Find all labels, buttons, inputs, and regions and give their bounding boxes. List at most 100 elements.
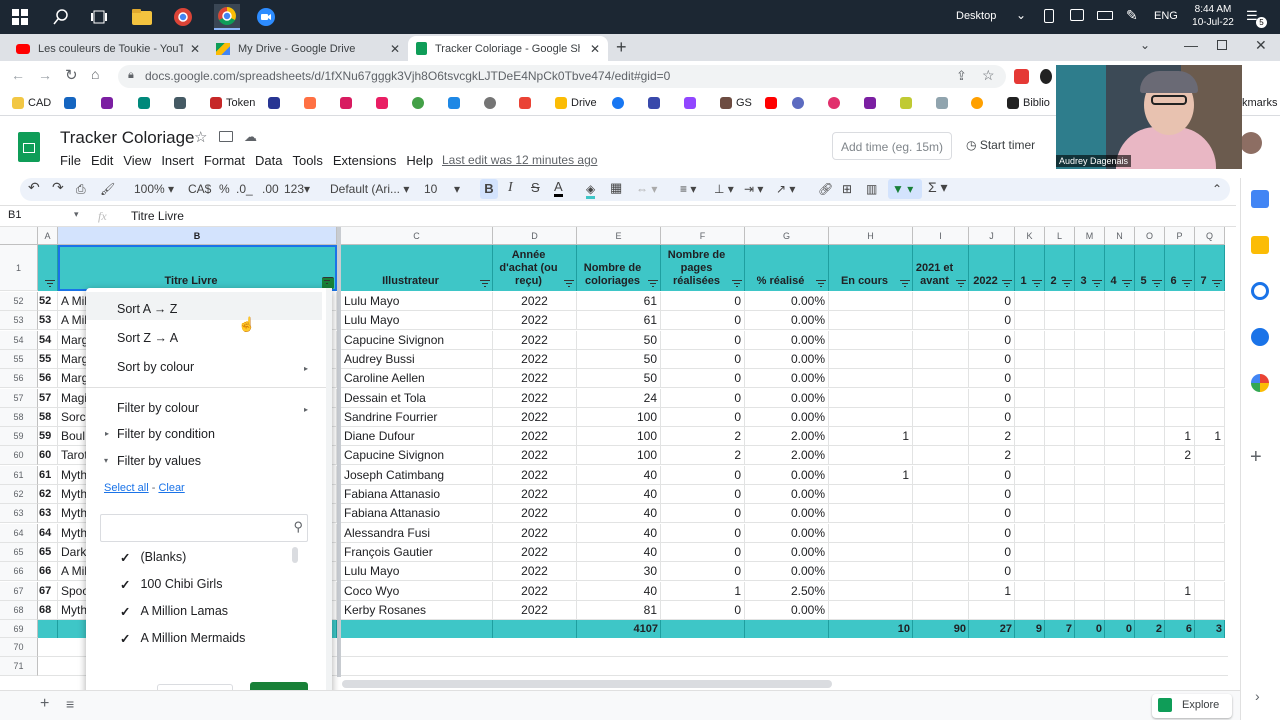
menu-edit[interactable]: Edit (91, 153, 113, 168)
header-cell-k[interactable]: 1 (1015, 245, 1045, 291)
row-header[interactable]: 52 (0, 292, 38, 311)
header-cell-g[interactable]: % réalisé (745, 245, 829, 291)
filter-icon[interactable] (956, 280, 966, 288)
total-cell-m[interactable]: 0 (1075, 620, 1105, 638)
table-cell-d[interactable]: 2022 (493, 331, 577, 350)
filter-icon[interactable] (564, 280, 574, 288)
table-cell-p[interactable]: 2 (1165, 446, 1195, 465)
row-header[interactable]: 56 (0, 369, 38, 388)
table-cell-o[interactable] (1135, 311, 1165, 330)
table-cell-l[interactable] (1045, 350, 1075, 369)
bookmark-icon-7[interactable] (340, 97, 352, 109)
table-cell-o[interactable] (1135, 331, 1165, 350)
menu-data[interactable]: Data (255, 153, 282, 168)
table-cell-c[interactable]: Lulu Mayo (341, 562, 493, 581)
table-cell-o[interactable] (1135, 562, 1165, 581)
header-cell-n[interactable]: 4 (1105, 245, 1135, 291)
table-cell-p[interactable] (1165, 524, 1195, 543)
tab-youtube[interactable]: Les couleurs de Toukie - YouTube ✕ (8, 36, 208, 61)
table-cell-h[interactable] (829, 350, 913, 369)
name-box-dropdown-icon[interactable]: ▾ (74, 209, 79, 220)
sort-a-z-item[interactable]: Sort A → Z (117, 302, 177, 316)
table-cell-c[interactable]: Sandrine Fourrier (341, 408, 493, 427)
tab-search-icon[interactable]: ⌄ (1140, 38, 1150, 52)
close-icon[interactable]: ✕ (190, 42, 200, 56)
table-cell-p[interactable] (1165, 311, 1195, 330)
sort-z-a-item[interactable]: Sort Z → A (117, 331, 178, 345)
total-cell-p[interactable]: 6 (1165, 620, 1195, 638)
table-cell-q[interactable] (1195, 485, 1225, 504)
table-cell-m[interactable] (1075, 543, 1105, 562)
table-cell-m[interactable] (1075, 485, 1105, 504)
table-cell-o[interactable] (1135, 466, 1165, 485)
table-cell-l[interactable] (1045, 524, 1075, 543)
close-window-icon[interactable]: ✕ (1255, 37, 1267, 54)
column-header-p[interactable]: P (1165, 227, 1195, 245)
table-cell-m[interactable] (1075, 292, 1105, 311)
table-cell-d[interactable]: 2022 (493, 601, 577, 620)
font-size-select[interactable]: 10 ▾ (424, 182, 460, 196)
row-header[interactable]: 61 (0, 466, 38, 485)
table-cell-m[interactable] (1075, 331, 1105, 350)
table-cell-i[interactable] (913, 408, 969, 427)
table-cell-c[interactable]: Caroline Aellen (341, 369, 493, 388)
table-cell-l[interactable] (1045, 292, 1075, 311)
row-header[interactable]: 67 (0, 582, 38, 601)
table-cell-h[interactable] (829, 389, 913, 408)
table-cell-f[interactable]: 2 (661, 427, 745, 446)
table-cell-a[interactable]: 60 (38, 446, 58, 465)
formula-input[interactable]: Titre Livre (131, 209, 184, 223)
table-cell-q[interactable] (1195, 446, 1225, 465)
table-cell-d[interactable]: 2022 (493, 446, 577, 465)
table-cell-m[interactable] (1075, 582, 1105, 601)
total-cell-e[interactable]: 4107 (577, 620, 661, 638)
table-cell-k[interactable] (1015, 485, 1045, 504)
menu-extensions[interactable]: Extensions (333, 153, 397, 168)
table-cell-a[interactable]: 58 (38, 408, 58, 427)
table-cell-k[interactable] (1015, 331, 1045, 350)
table-cell-l[interactable] (1045, 331, 1075, 350)
table-cell-c[interactable]: Coco Wyo (341, 582, 493, 601)
header-cell-d[interactable]: Année d'achat (ou reçu) (493, 245, 577, 291)
filter-by-values-item[interactable]: Filter by values (117, 454, 201, 468)
redo-icon[interactable]: ↷ (52, 179, 64, 196)
total-cell-d[interactable] (493, 620, 577, 638)
collapse-toolbar-icon[interactable]: ⌃ (1212, 182, 1222, 196)
url-field[interactable]: 🔒︎ docs.google.com/spreadsheets/d/1fXNu6… (118, 65, 1006, 88)
table-cell-n[interactable] (1105, 582, 1135, 601)
table-cell-h[interactable] (829, 504, 913, 523)
table-cell-k[interactable] (1015, 446, 1045, 465)
table-cell-l[interactable] (1045, 408, 1075, 427)
table-cell-p[interactable]: 1 (1165, 427, 1195, 446)
table-cell-g[interactable]: 0.00% (745, 292, 829, 311)
value-checkbox-item[interactable]: ✓ 100 Chibi Girls (120, 577, 222, 592)
header-cell-f[interactable]: Nombre de pages réalisées (661, 245, 745, 291)
maps-icon[interactable] (1251, 374, 1269, 392)
currency-format[interactable]: CA$ (188, 182, 211, 196)
table-cell-n[interactable] (1105, 292, 1135, 311)
insert-comment-icon[interactable]: ⊞ (842, 182, 852, 196)
table-cell-f[interactable]: 0 (661, 408, 745, 427)
menu-format[interactable]: Format (204, 153, 245, 168)
bookmark-icon-19[interactable] (864, 97, 876, 109)
header-cell-o[interactable]: 5 (1135, 245, 1165, 291)
column-header-d[interactable]: D (493, 227, 577, 245)
table-cell-q[interactable] (1195, 292, 1225, 311)
insert-chart-icon[interactable]: ▥ (866, 182, 877, 196)
table-cell-j[interactable]: 0 (969, 466, 1015, 485)
new-tab-icon[interactable]: + (616, 37, 627, 58)
tab-drive[interactable]: My Drive - Google Drive ✕ (208, 36, 408, 61)
table-cell-g[interactable]: 0.00% (745, 485, 829, 504)
table-cell-e[interactable]: 100 (577, 427, 661, 446)
table-cell-q[interactable] (1195, 408, 1225, 427)
table-cell-l[interactable] (1045, 311, 1075, 330)
minimize-icon[interactable]: — (1184, 37, 1198, 53)
table-cell-o[interactable] (1135, 601, 1165, 620)
table-cell-f[interactable]: 0 (661, 311, 745, 330)
table-cell-h[interactable] (829, 446, 913, 465)
table-cell-g[interactable]: 2.00% (745, 446, 829, 465)
table-cell-e[interactable]: 24 (577, 389, 661, 408)
table-cell-l[interactable] (1045, 485, 1075, 504)
menu-file[interactable]: File (60, 153, 81, 168)
table-cell-m[interactable] (1075, 524, 1105, 543)
